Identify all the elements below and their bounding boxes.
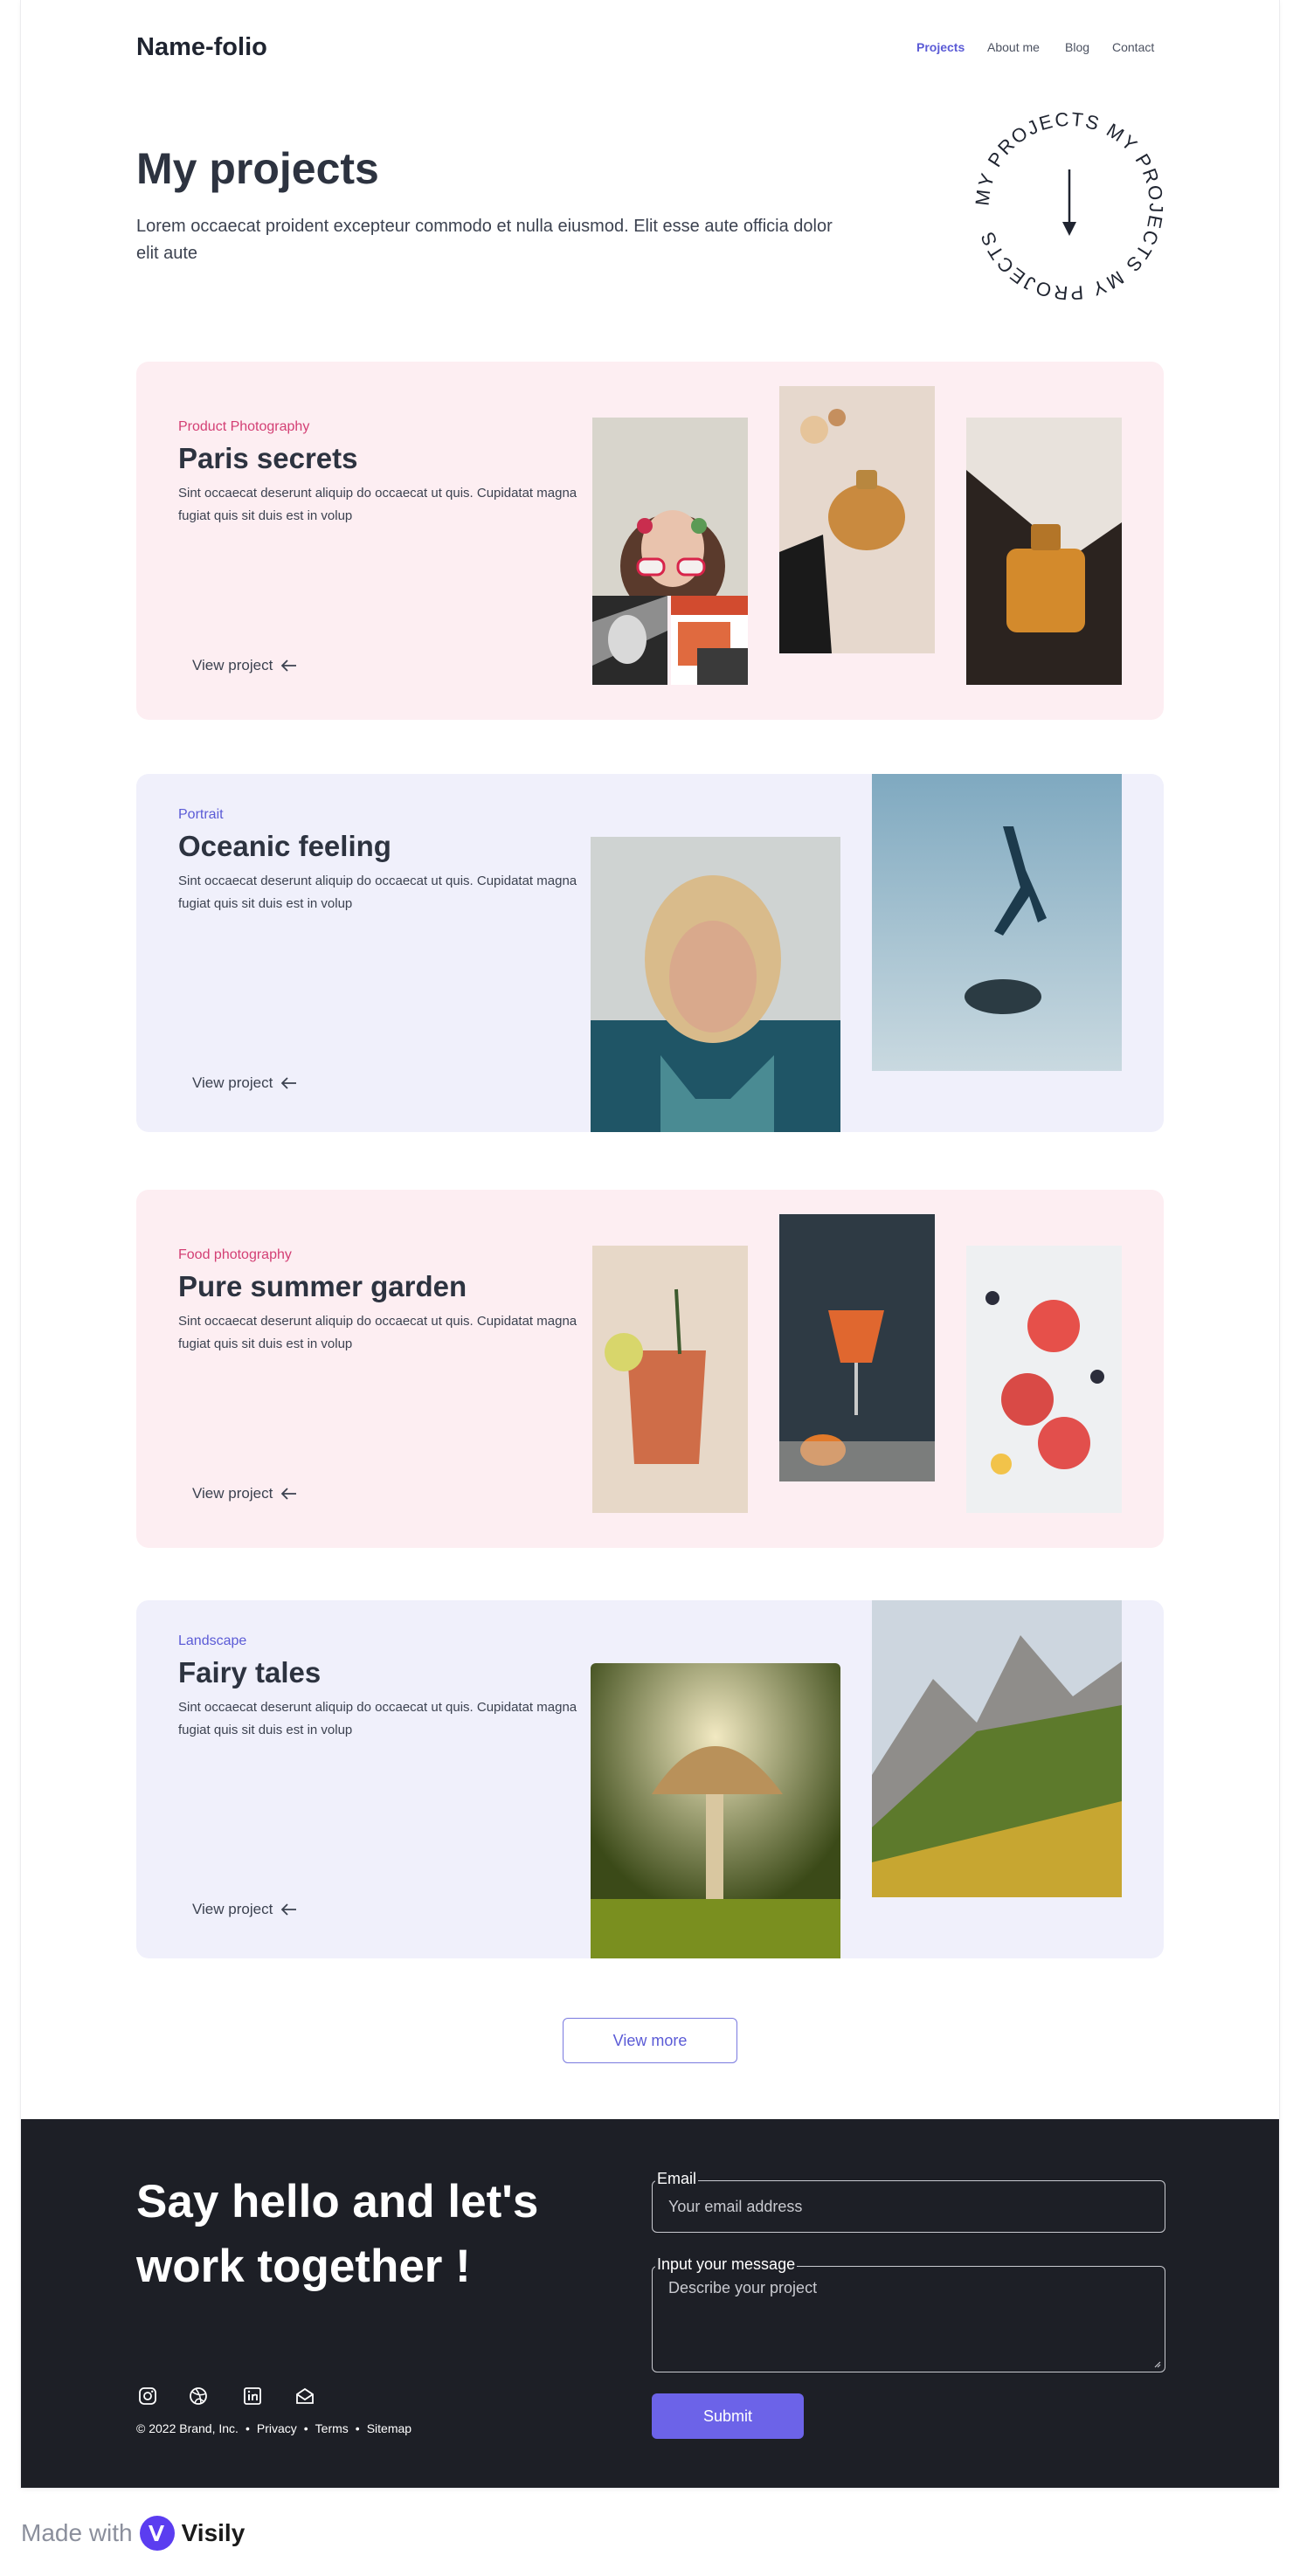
photo-underwater-diver — [872, 774, 1122, 1071]
footer-heading: Say hello and let's work together ! — [136, 2176, 539, 2292]
project-description: Sint occaecat deserunt aliquip do occaec… — [178, 1700, 577, 1737]
photo-girl-sunglasses — [592, 418, 748, 596]
project-card-pure-summer-garden: Food photography Pure summer garden Sint… — [136, 1190, 1164, 1548]
photo-spritz-pouring — [779, 1214, 935, 1481]
view-project-link[interactable]: View project — [192, 657, 297, 674]
mail-icon[interactable] — [294, 2385, 316, 2407]
visily-brand-text: Visily — [181, 2519, 245, 2546]
resize-handle-icon[interactable] — [1152, 2359, 1161, 2368]
view-project-label: View project — [192, 657, 273, 673]
arrow-left-icon — [281, 1903, 297, 1916]
page-title: My projects — [136, 144, 379, 193]
arrow-left-icon — [281, 660, 297, 672]
dribbble-icon[interactable] — [187, 2385, 210, 2407]
made-with-text: Made with — [21, 2519, 133, 2546]
brand-logo[interactable]: Name-folio — [136, 33, 267, 62]
arrow-down-icon — [1062, 169, 1076, 236]
project-card-oceanic-feeling: Portrait Oceanic feeling Sint occaecat d… — [136, 774, 1164, 1132]
photo-drinks-berries — [966, 1246, 1122, 1513]
copyright-text: © 2022 Brand, Inc. — [136, 2421, 239, 2435]
linkedin-icon[interactable] — [241, 2385, 264, 2407]
photo-perfume-bottle-gold — [966, 418, 1122, 685]
nav-projects[interactable]: Projects — [916, 40, 965, 54]
view-project-link[interactable]: View project — [192, 1074, 297, 1092]
footer: Say hello and let's work together ! © 20… — [21, 2119, 1279, 2488]
photo-perfume-bottle-flowers — [779, 386, 935, 653]
photo-woman-in-water — [591, 837, 840, 1132]
message-placeholder: Describe your project — [668, 2279, 818, 2296]
photo-cocktail-rosemary — [592, 1246, 748, 1513]
circular-text-badge: MY PROJECTS MY PROJECTS MY PROJECTS — [966, 103, 1172, 309]
instagram-icon[interactable] — [136, 2385, 159, 2407]
separator-dot: • — [303, 2421, 308, 2435]
made-with-visily[interactable]: Made with Visily — [21, 2516, 245, 2551]
project-card-fairy-tales: Landscape Fairy tales Sint occaecat dese… — [136, 1600, 1164, 1958]
nav-contact[interactable]: Contact — [1112, 40, 1154, 54]
project-title: Oceanic feeling — [178, 830, 391, 862]
project-title: Pure summer garden — [178, 1270, 467, 1302]
footer-legal: © 2022 Brand, Inc. • Privacy • Terms • S… — [136, 2421, 411, 2435]
arrow-left-icon — [281, 1077, 297, 1089]
message-field[interactable]: Describe your project — [652, 2266, 1165, 2372]
project-description: Sint occaecat deserunt aliquip do occaec… — [178, 1314, 577, 1351]
page-subtitle: Lorem occaecat proident excepteur commod… — [136, 217, 833, 263]
visily-logo-icon — [139, 2516, 175, 2551]
terms-link[interactable]: Terms — [315, 2421, 349, 2435]
email-field[interactable]: Your email address — [652, 2180, 1165, 2233]
project-category: Portrait — [178, 807, 224, 822]
arrow-left-icon — [281, 1488, 297, 1500]
photo-mushroom-moss — [591, 1663, 840, 1958]
photo-magazine-fortune — [671, 596, 748, 685]
view-project-link[interactable]: View project — [192, 1485, 297, 1502]
email-label: Email — [655, 2170, 699, 2188]
project-title: Paris secrets — [178, 442, 358, 474]
photo-mountain-valley — [872, 1600, 1122, 1897]
message-label: Input your message — [655, 2255, 798, 2274]
project-category: Landscape — [178, 1633, 247, 1648]
nav-blog[interactable]: Blog — [1065, 40, 1089, 54]
project-card-paris-secrets: Product Photography Paris secrets Sint o… — [136, 362, 1164, 720]
submit-button[interactable]: Submit — [652, 2393, 804, 2439]
project-description: Sint occaecat deserunt aliquip do occaec… — [178, 874, 577, 911]
nav-about-me[interactable]: About me — [987, 40, 1040, 54]
separator-dot: • — [245, 2421, 250, 2435]
view-project-label: View project — [192, 1485, 273, 1502]
view-project-label: View project — [192, 1901, 273, 1917]
project-category: Product Photography — [178, 419, 310, 434]
photo-magazine-bw — [592, 596, 667, 685]
privacy-link[interactable]: Privacy — [257, 2421, 297, 2435]
email-placeholder: Your email address — [668, 2197, 803, 2215]
view-project-link[interactable]: View project — [192, 1901, 297, 1918]
separator-dot: • — [355, 2421, 360, 2435]
project-category: Food photography — [178, 1247, 292, 1262]
sitemap-link[interactable]: Sitemap — [367, 2421, 411, 2435]
view-project-label: View project — [192, 1074, 273, 1091]
view-more-button[interactable]: View more — [563, 2018, 737, 2063]
project-title: Fairy tales — [178, 1656, 322, 1689]
project-description: Sint occaecat deserunt aliquip do occaec… — [178, 486, 577, 523]
